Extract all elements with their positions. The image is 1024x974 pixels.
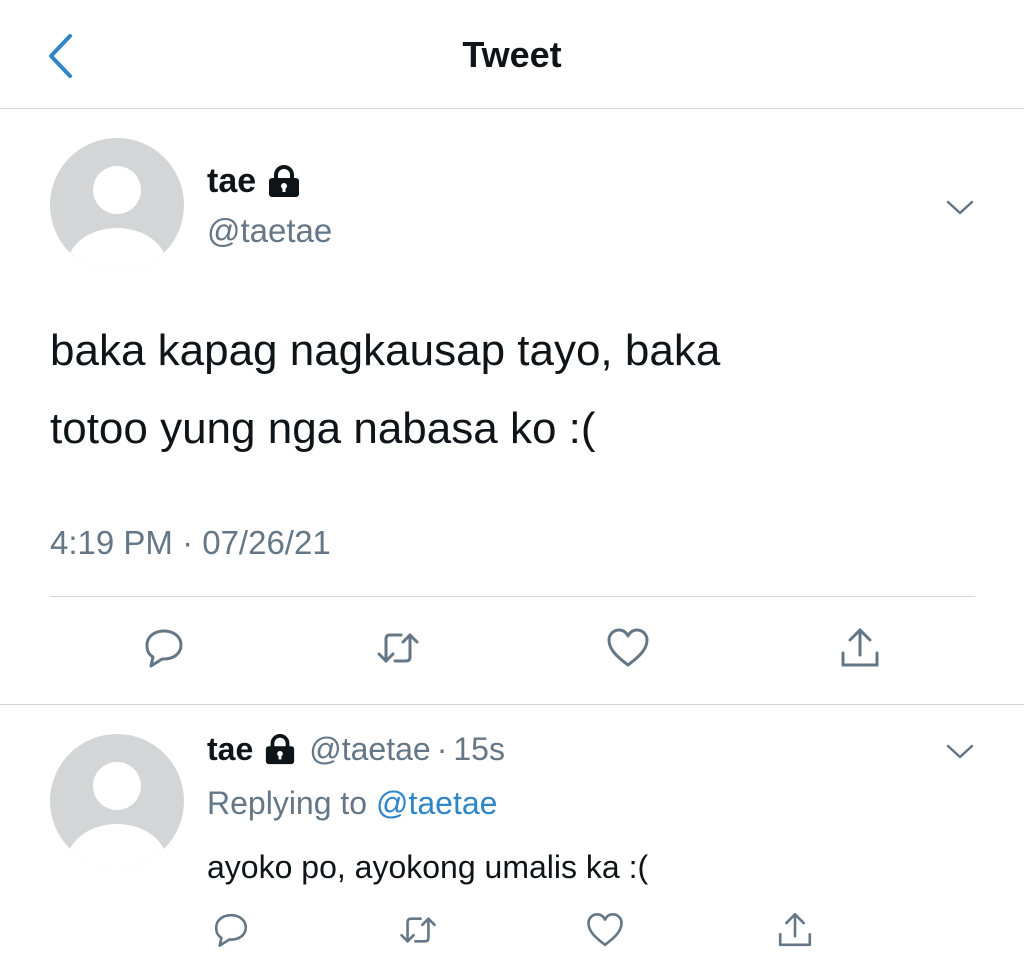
page-title: Tweet (462, 34, 562, 75)
tweet-text-line-1: baka kapag nagkausap tayo, baka (50, 326, 721, 375)
tweet-timestamp[interactable]: 4:19 PM · 07/26/21 (50, 524, 331, 562)
reply-separator: · (436, 731, 448, 767)
share-button[interactable] (832, 620, 888, 676)
reply-icon (214, 913, 248, 947)
lock-icon (266, 733, 295, 764)
retweet-icon (377, 633, 419, 663)
header-divider (0, 108, 1024, 109)
tweet-text-line-2: totoo yung nga nabasa ko :( (50, 404, 596, 453)
author-name-text: tae (207, 162, 257, 200)
reply-more-options-button[interactable] (940, 736, 980, 766)
reply-like-button[interactable] (581, 904, 629, 956)
reply-retweet-button[interactable] (393, 904, 443, 956)
share-icon (841, 628, 879, 667)
reply-text: ayoko po, ayokong umalis ka :( (207, 849, 649, 885)
avatar[interactable] (50, 138, 184, 272)
retweet-button[interactable] (370, 620, 426, 676)
share-icon (778, 913, 812, 947)
lock-icon (269, 164, 300, 197)
reply-share-button[interactable] (771, 904, 819, 956)
tweet-divider (50, 596, 975, 597)
more-options-button[interactable] (940, 192, 980, 222)
default-avatar-icon (67, 762, 167, 868)
chevron-down-icon (946, 744, 974, 759)
reply-header: tae @taetae · 15s (207, 731, 505, 768)
author-name[interactable]: tae (207, 162, 302, 201)
replying-to-handle[interactable]: @taetae (376, 785, 497, 821)
reply-icon (145, 629, 183, 668)
reply-author-handle[interactable]: @taetae (309, 731, 430, 768)
reply-avatar[interactable] (50, 734, 184, 868)
replying-to: Replying to @taetae (207, 785, 497, 822)
replying-to-label: Replying to (207, 785, 368, 821)
heart-icon (607, 628, 649, 667)
like-button[interactable] (600, 620, 656, 676)
reply-divider (0, 704, 1024, 705)
chevron-down-icon (946, 200, 974, 215)
heart-icon (587, 913, 623, 947)
retweet-icon (400, 917, 436, 943)
reply-button[interactable] (136, 620, 192, 676)
default-avatar-icon (67, 166, 167, 272)
reply-reply-button[interactable] (207, 904, 255, 956)
reply-author-name[interactable]: tae (207, 731, 253, 768)
author-handle[interactable]: @taetae (207, 212, 332, 250)
reply-time[interactable]: 15s (453, 731, 505, 768)
